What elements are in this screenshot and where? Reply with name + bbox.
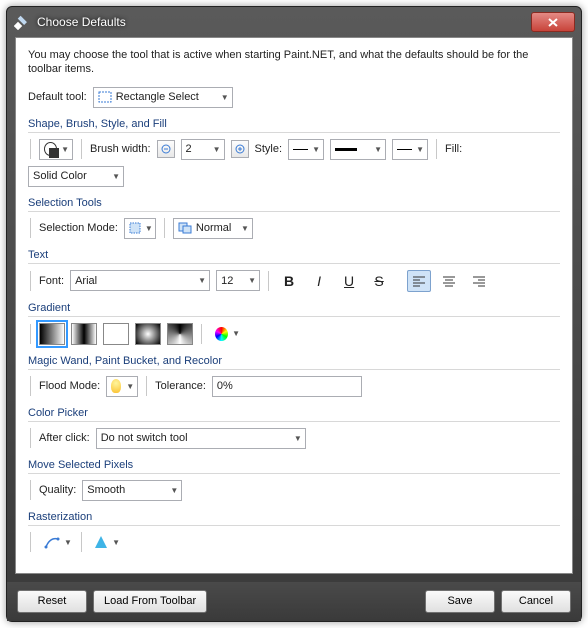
- picker-section-title: Color Picker: [28, 407, 560, 419]
- flood-mode-label: Flood Mode:: [39, 380, 100, 392]
- quality-label: Quality:: [39, 484, 76, 496]
- chevron-down-icon: ▼: [241, 224, 249, 233]
- font-size-value: 12: [221, 275, 233, 287]
- move-section-title: Move Selected Pixels: [28, 459, 560, 471]
- gradient-reflected-button[interactable]: [71, 323, 97, 345]
- brush-width-label: Brush width:: [90, 143, 151, 155]
- chevron-down-icon: ▼: [374, 145, 382, 154]
- selection-mode-label: Selection Mode:: [39, 222, 118, 234]
- chevron-down-icon: ▼: [112, 538, 120, 547]
- fill-label: Fill:: [445, 143, 462, 155]
- default-tool-value: Rectangle Select: [116, 91, 199, 103]
- load-from-toolbar-button[interactable]: Load From Toolbar: [93, 590, 207, 613]
- after-click-label: After click:: [39, 432, 90, 444]
- gradient-diamond-button[interactable]: [103, 323, 129, 345]
- text-section-title: Text: [28, 249, 560, 261]
- bold-button[interactable]: B: [277, 270, 301, 292]
- dialog-footer: Reset Load From Toolbar Save Cancel: [7, 582, 581, 621]
- chevron-down-icon: ▼: [248, 276, 256, 285]
- selection-mode-dropdown[interactable]: ▼: [124, 218, 156, 239]
- tolerance-value: 0%: [217, 380, 233, 392]
- style-start-dropdown[interactable]: ▼: [288, 139, 324, 160]
- gradient-conical-button[interactable]: [167, 323, 193, 345]
- after-click-value: Do not switch tool: [101, 432, 188, 444]
- dialog-window: Choose Defaults You may choose the tool …: [6, 6, 582, 622]
- font-value: Arial: [75, 275, 97, 287]
- window-title: Choose Defaults: [37, 15, 531, 29]
- align-right-button[interactable]: [467, 270, 491, 292]
- line-icon: [335, 148, 357, 151]
- style-end-dropdown[interactable]: ▼: [392, 139, 428, 160]
- intro-text: You may choose the tool that is active w…: [28, 48, 560, 77]
- default-tool-dropdown[interactable]: Rectangle Select ▼: [93, 87, 233, 108]
- font-label: Font:: [39, 275, 64, 287]
- rectangle-select-icon: [98, 91, 112, 103]
- chevron-down-icon: ▼: [64, 538, 72, 547]
- raster-curve-dropdown[interactable]: ▼: [39, 532, 73, 553]
- reset-button[interactable]: Reset: [17, 590, 87, 613]
- align-left-button[interactable]: [407, 270, 431, 292]
- underline-button[interactable]: U: [337, 270, 361, 292]
- save-button[interactable]: Save: [425, 590, 495, 613]
- gradient-color-dropdown[interactable]: ▼: [210, 323, 244, 344]
- strike-button[interactable]: S: [367, 270, 391, 292]
- chevron-down-icon: ▼: [170, 486, 178, 495]
- font-dropdown[interactable]: Arial ▼: [70, 270, 210, 291]
- brush-width-value: 2: [186, 143, 192, 155]
- gradient-radial-button[interactable]: [135, 323, 161, 345]
- quality-value: Smooth: [87, 484, 125, 496]
- style-dash-dropdown[interactable]: ▼: [330, 139, 386, 160]
- bulb-icon: [111, 379, 121, 393]
- selection-combine-dropdown[interactable]: Normal ▼: [173, 218, 253, 239]
- chevron-down-icon: ▼: [416, 145, 424, 154]
- magic-section-title: Magic Wand, Paint Bucket, and Recolor: [28, 355, 560, 367]
- shape-section-title: Shape, Brush, Style, and Fill: [28, 118, 560, 130]
- chevron-down-icon: ▼: [126, 382, 134, 391]
- font-size-dropdown[interactable]: 12 ▼: [216, 270, 260, 291]
- dialog-body: You may choose the tool that is active w…: [15, 37, 573, 574]
- tolerance-label: Tolerance:: [155, 380, 206, 392]
- selection-combine-value: Normal: [196, 222, 231, 234]
- chevron-down-icon: ▼: [112, 172, 120, 181]
- titlebar: Choose Defaults: [7, 7, 581, 37]
- fill-value: Solid Color: [33, 170, 87, 182]
- curve-icon: [44, 535, 60, 549]
- brush-width-increase-button[interactable]: [231, 140, 249, 158]
- chevron-down-icon: ▼: [213, 145, 221, 154]
- fill-dropdown[interactable]: Solid Color ▼: [28, 166, 124, 187]
- chevron-down-icon: ▼: [221, 93, 229, 102]
- close-button[interactable]: [531, 12, 575, 32]
- quality-dropdown[interactable]: Smooth ▼: [82, 480, 182, 501]
- flask-icon: [95, 536, 107, 548]
- chevron-down-icon: ▼: [312, 145, 320, 154]
- style-label: Style:: [255, 143, 283, 155]
- flood-mode-dropdown[interactable]: ▼: [106, 376, 138, 397]
- chevron-down-icon: ▼: [232, 329, 240, 338]
- tolerance-input[interactable]: 0%: [212, 376, 362, 397]
- chevron-down-icon: ▼: [61, 145, 69, 154]
- brush-width-dropdown[interactable]: 2 ▼: [181, 139, 225, 160]
- line-icon: [397, 149, 412, 150]
- align-center-button[interactable]: [437, 270, 461, 292]
- default-tool-label: Default tool:: [28, 91, 87, 103]
- cancel-button[interactable]: Cancel: [501, 590, 571, 613]
- brush-width-decrease-button[interactable]: [157, 140, 175, 158]
- italic-button[interactable]: I: [307, 270, 331, 292]
- chevron-down-icon: ▼: [198, 276, 206, 285]
- chevron-down-icon: ▼: [145, 224, 153, 233]
- shape-type-dropdown[interactable]: ▼: [39, 139, 73, 160]
- selection-combine-icon: [178, 222, 192, 234]
- raster-flask-dropdown[interactable]: ▼: [90, 532, 124, 553]
- selection-mode-icon: [129, 222, 141, 234]
- raster-section-title: Rasterization: [28, 511, 560, 523]
- shape-icon: [44, 142, 57, 156]
- chevron-down-icon: ▼: [294, 434, 302, 443]
- gradient-linear-button[interactable]: [39, 323, 65, 345]
- selection-section-title: Selection Tools: [28, 197, 560, 209]
- after-click-dropdown[interactable]: Do not switch tool ▼: [96, 428, 306, 449]
- gradient-section-title: Gradient: [28, 302, 560, 314]
- app-icon: [13, 13, 31, 31]
- line-icon: [293, 149, 308, 150]
- color-wheel-icon: [215, 327, 228, 341]
